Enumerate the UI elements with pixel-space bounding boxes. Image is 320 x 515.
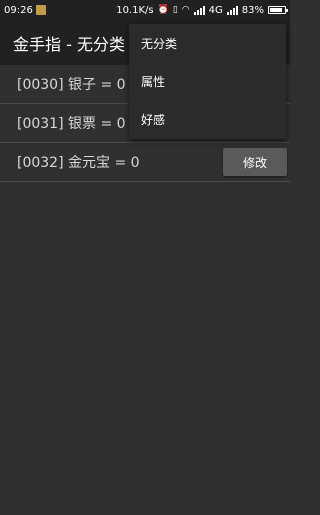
modify-button[interactable]: 修改	[223, 148, 287, 176]
menu-item-uncategorized[interactable]: 无分类	[129, 24, 286, 62]
battery-percent: 83%	[241, 4, 264, 16]
vibrate-icon: ▯	[172, 4, 178, 15]
category-dropdown-menu: 无分类 属性 好感	[129, 24, 286, 139]
app-notification-icon	[35, 5, 46, 15]
status-bar: 09:26 10.1K/s ⏰ ▯ ◠ 4G 83%	[0, 0, 290, 20]
list-item-label: [0030] 银子 = 0	[17, 77, 126, 93]
battery-fill	[270, 8, 282, 12]
battery-icon	[268, 6, 288, 14]
network-type: 4G	[208, 4, 223, 16]
list-item[interactable]: [0032] 金元宝 = 0 修改	[0, 143, 290, 182]
signal-icon	[193, 5, 205, 15]
alarm-icon: ⏰	[157, 4, 169, 15]
status-time: 09:26	[4, 4, 33, 16]
wifi-icon: ◠	[181, 4, 190, 15]
list-item-label: [0032] 金元宝 = 0	[17, 155, 140, 171]
menu-item-affection[interactable]: 好感	[129, 100, 286, 138]
network-speed: 10.1K/s	[116, 4, 154, 16]
list-item-label: [0031] 银票 = 0	[17, 116, 126, 132]
page-title: 金手指 - 无分类	[13, 34, 125, 54]
menu-item-attributes[interactable]: 属性	[129, 62, 286, 100]
signal-icon-2	[226, 5, 238, 15]
